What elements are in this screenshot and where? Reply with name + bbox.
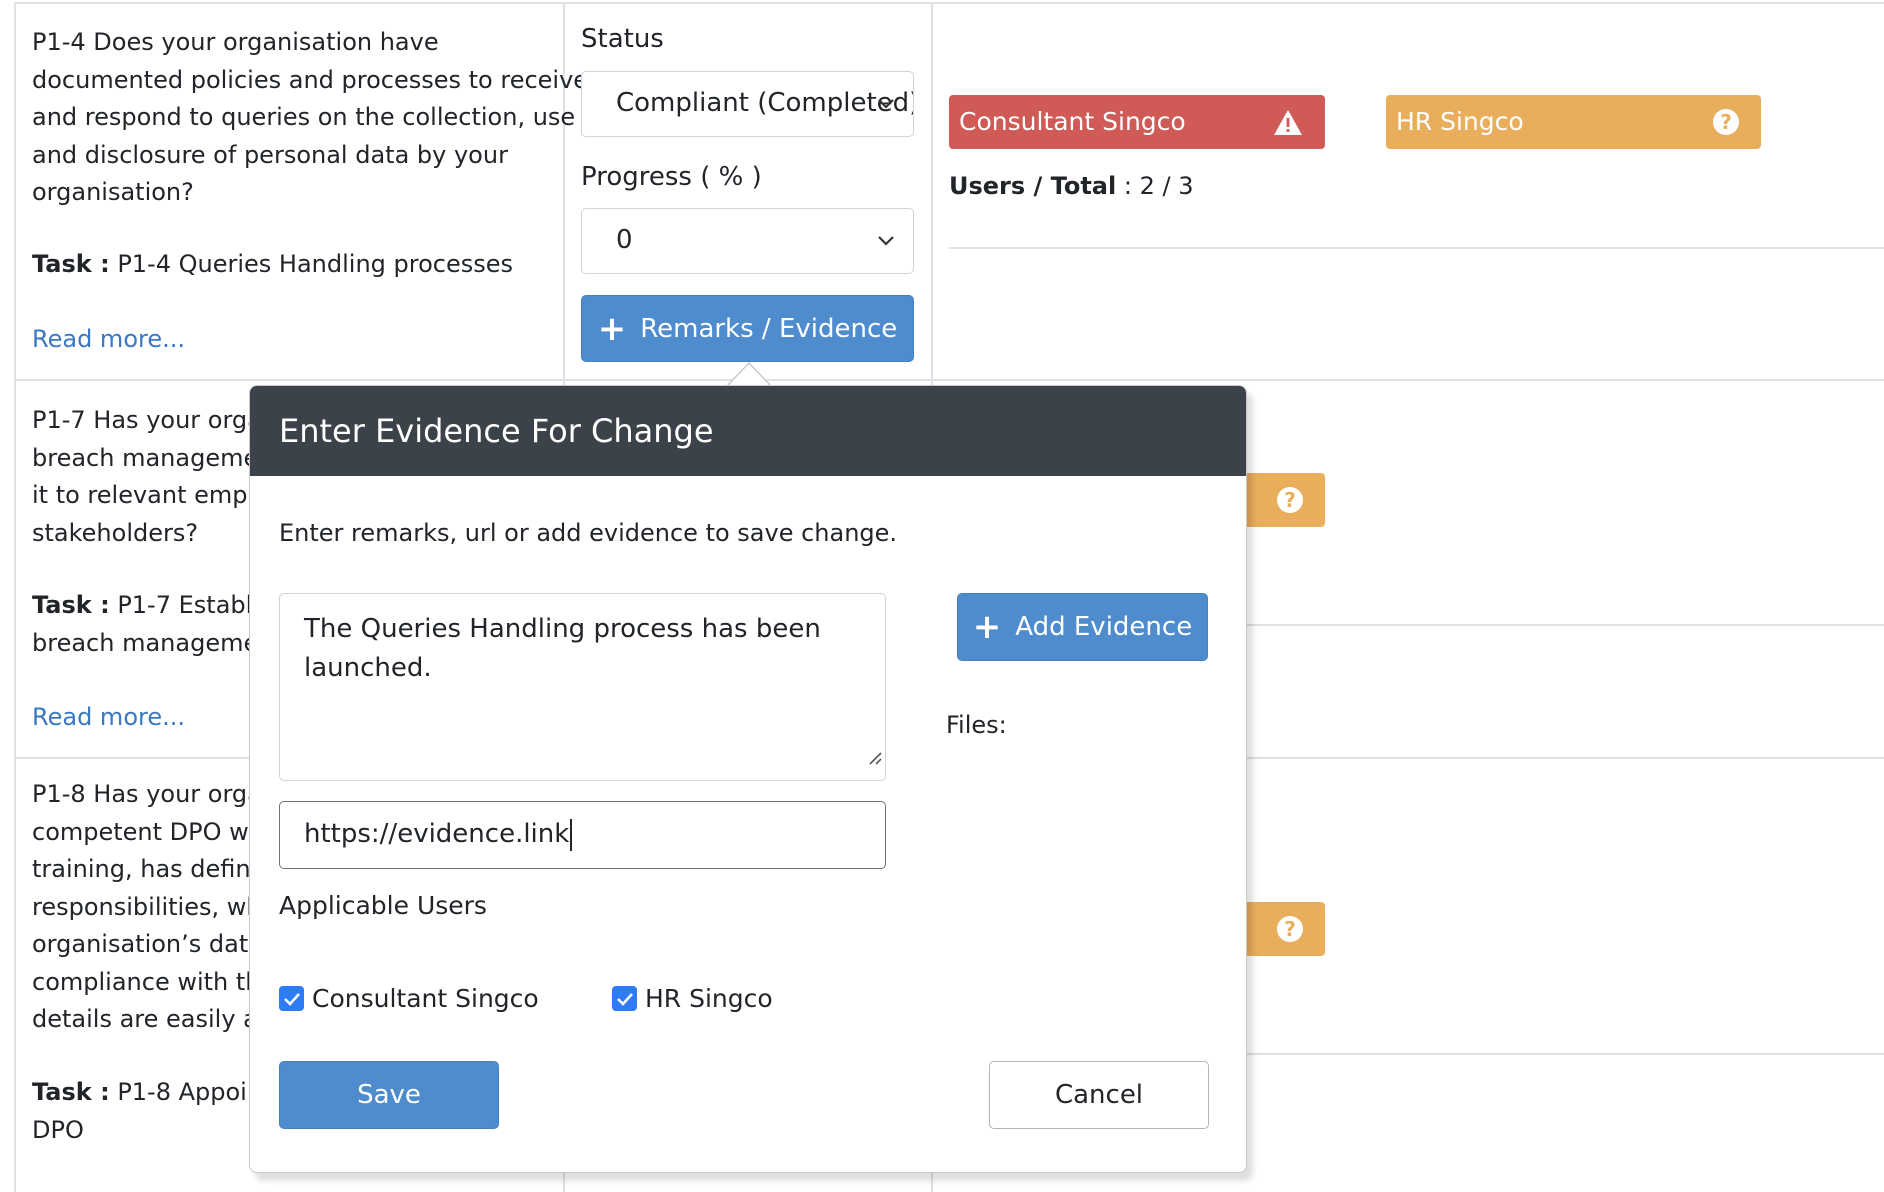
checkbox-label[interactable]: Consultant Singco [312, 984, 539, 1013]
user-badge-hr[interactable]: HR Singco ? [1386, 95, 1761, 149]
add-evidence-button[interactable]: + Add Evidence [957, 593, 1208, 661]
progress-select[interactable]: 0 [581, 208, 914, 274]
remarks-evidence-button[interactable]: + Remarks / Evidence [581, 295, 914, 362]
user-checkbox-row[interactable]: Consultant Singco [279, 984, 539, 1013]
question-circle-icon: ? [1277, 902, 1303, 956]
popover-description: Enter remarks, url or add evidence to sa… [279, 519, 898, 547]
text-caret [570, 818, 572, 851]
user-checkbox-row[interactable]: HR Singco [612, 984, 773, 1013]
url-input[interactable]: https://evidence.link [279, 801, 886, 869]
task-label: Task : [32, 1078, 110, 1106]
cell-divider [949, 247, 1884, 249]
status-selected-value: Compliant (Completed) [616, 88, 914, 118]
progress-label: Progress ( % ) [581, 162, 762, 192]
row-divider [14, 379, 1884, 381]
task-line: Task : P1-8 Appoint DPO [32, 1074, 271, 1149]
task-label: Task : [32, 591, 110, 619]
plus-icon: + [972, 607, 1002, 647]
task-line: Task : P1-4 Queries Handling processes [32, 246, 513, 284]
popover-arrow-inner [729, 364, 769, 385]
read-more-link[interactable]: Read more... [32, 325, 185, 353]
cell-divider [1247, 624, 1884, 626]
question-text: P1-4 Does your organisation have documen… [32, 28, 589, 206]
checkbox-hr-singco[interactable] [612, 986, 637, 1011]
evidence-popover: Enter Evidence For Change Enter remarks,… [249, 385, 1247, 1173]
chevron-down-icon [871, 209, 901, 273]
url-value: https://evidence.link [304, 819, 570, 849]
question-text: P1-7 Has your organ breach managemen it … [32, 406, 278, 547]
task-text: P1-4 Queries Handling processes [117, 250, 514, 278]
table-border-left [14, 2, 16, 1192]
add-evidence-label: Add Evidence [1015, 612, 1193, 642]
question-circle-icon: ? [1277, 473, 1303, 527]
users-total-value: : 2 / 3 [1123, 172, 1194, 200]
save-button[interactable]: Save [279, 1061, 499, 1129]
popover-title: Enter Evidence For Change [250, 386, 1246, 476]
chevron-down-icon [871, 72, 901, 136]
remarks-evidence-label: Remarks / Evidence [640, 313, 898, 344]
cancel-button[interactable]: Cancel [989, 1061, 1209, 1129]
user-badge-label: HR Singco [1396, 107, 1524, 136]
remarks-value: The Queries Handling process has been la… [304, 614, 821, 683]
question-text: P1-8 Has your organ competent DPO who tr… [32, 780, 286, 1033]
read-more-link[interactable]: Read more... [32, 703, 185, 731]
task-label: Task : [32, 250, 110, 278]
resize-handle-icon[interactable] [866, 738, 882, 777]
progress-selected-value: 0 [616, 225, 633, 255]
checkbox-consultant-singco[interactable] [279, 986, 304, 1011]
warning-icon [1273, 95, 1303, 149]
user-badge-consultant[interactable]: Consultant Singco [949, 95, 1325, 149]
status-select[interactable]: Compliant (Completed) [581, 71, 914, 137]
users-total: Users / Total : 2 / 3 [949, 172, 1193, 200]
question-circle-icon: ? [1713, 95, 1739, 149]
users-total-label: Users / Total [949, 172, 1117, 200]
plus-icon: + [597, 308, 627, 349]
checkbox-label[interactable]: HR Singco [645, 984, 773, 1013]
applicable-users-label: Applicable Users [279, 891, 487, 920]
cell-divider [1247, 1053, 1884, 1055]
user-badge-label: Consultant Singco [959, 107, 1186, 136]
table-border-top [14, 2, 1884, 4]
task-text-continued: DPO [32, 1115, 84, 1144]
remarks-textarea[interactable]: The Queries Handling process has been la… [279, 593, 886, 781]
files-label: Files: [946, 711, 1007, 739]
status-label: Status [581, 24, 664, 54]
